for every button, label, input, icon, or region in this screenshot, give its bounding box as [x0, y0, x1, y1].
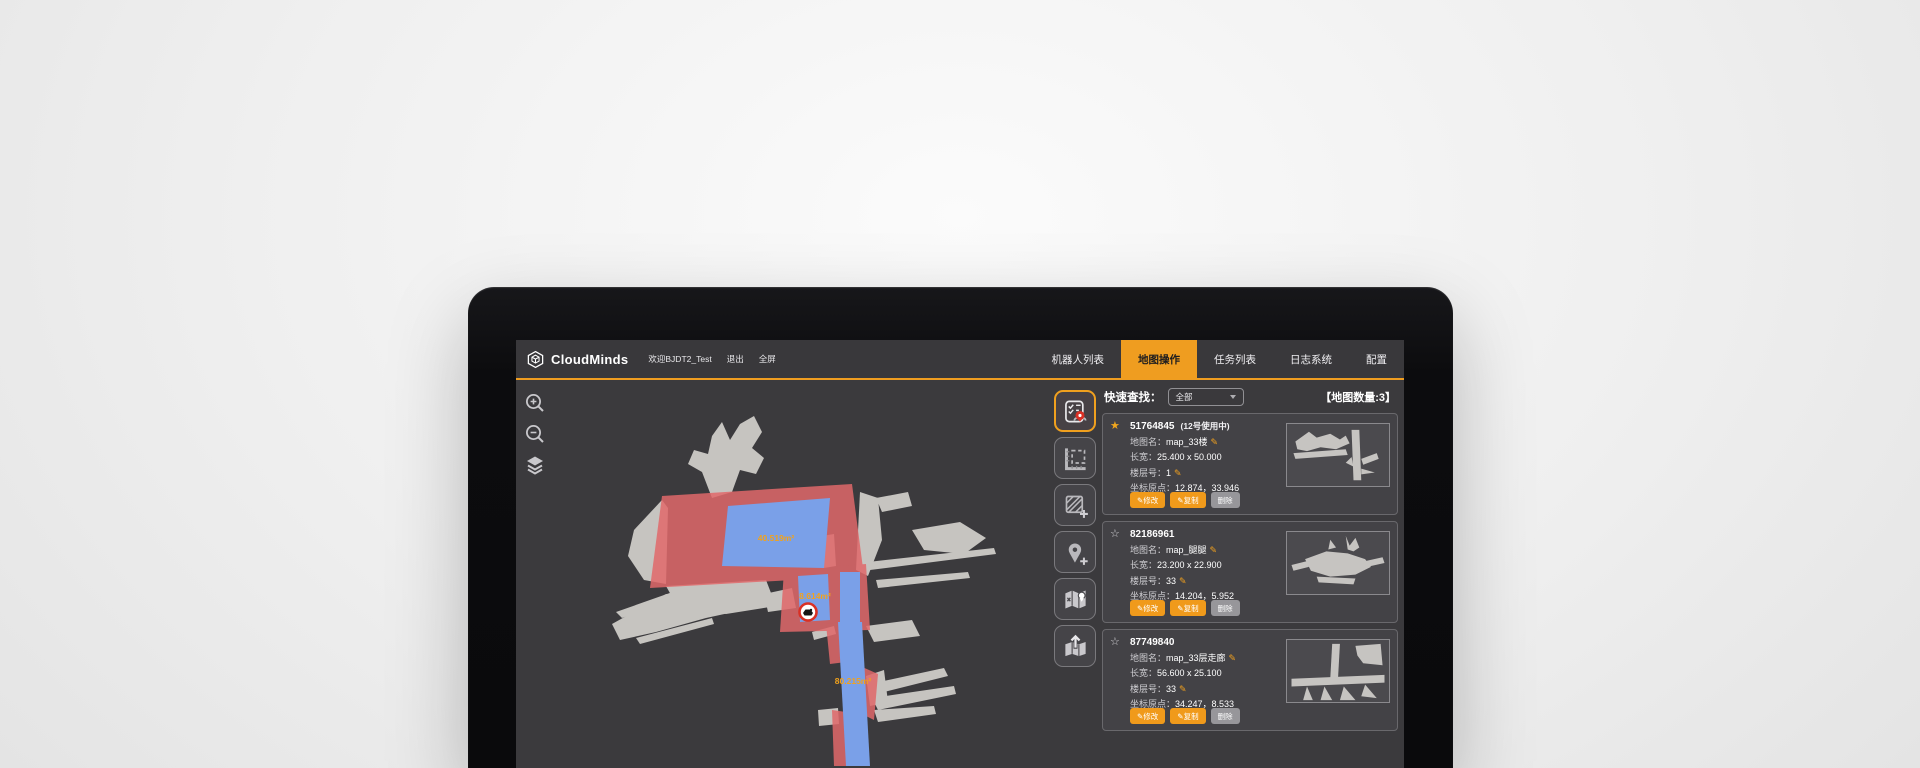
- add-region-tool-button[interactable]: [1054, 484, 1096, 526]
- welcome-text: 欢迎BJDT2_Test: [648, 353, 711, 365]
- top-navbar: CloudMinds 欢迎BJDT2_Test 退出 全屏 机器人列表 地图操作…: [516, 340, 1404, 380]
- map-size-value: 56.600 x 25.100: [1157, 668, 1222, 678]
- add-region-icon: [1062, 492, 1089, 519]
- map-floor-label: 楼层号：: [1130, 576, 1166, 586]
- logout-link[interactable]: 退出: [727, 353, 744, 365]
- map-floor-label: 楼层号：: [1130, 684, 1166, 694]
- copy-button[interactable]: ✎复制: [1170, 708, 1205, 724]
- map-size-value: 25.400 x 50.000: [1157, 452, 1222, 462]
- edit-floor-icon[interactable]: ✎: [1174, 468, 1182, 478]
- tab-config[interactable]: 配置: [1349, 340, 1404, 378]
- copy-button[interactable]: ✎复制: [1170, 600, 1205, 616]
- map-id: 87749840: [1130, 637, 1175, 648]
- map-thumbnail[interactable]: [1286, 639, 1390, 703]
- map-name-value: map_33层走廊: [1166, 653, 1226, 663]
- delete-button[interactable]: 删除: [1211, 708, 1240, 724]
- filter-value: 全部: [1176, 391, 1193, 403]
- add-point-tool-button[interactable]: [1054, 531, 1096, 573]
- modify-button[interactable]: ✎修改: [1130, 708, 1165, 724]
- map-size-label: 长宽：: [1130, 668, 1157, 678]
- area-label-2: 8.614m²: [799, 591, 831, 601]
- map-name-label: 地图名：: [1130, 545, 1166, 555]
- map-marker-tool-button[interactable]: [1054, 578, 1096, 620]
- map-upload-tool-button[interactable]: [1054, 625, 1096, 667]
- tab-log-system[interactable]: 日志系统: [1273, 340, 1349, 378]
- cloudminds-logo-icon: [526, 350, 545, 369]
- delete-button[interactable]: 删除: [1211, 492, 1240, 508]
- favorite-star-icon[interactable]: ★: [1110, 419, 1124, 432]
- modify-button[interactable]: ✎修改: [1130, 600, 1165, 616]
- map-name-value: map_33楼: [1166, 437, 1208, 447]
- nav-tabs: 机器人列表 地图操作 任务列表 日志系统 配置: [1035, 340, 1405, 378]
- add-point-icon: [1062, 539, 1089, 566]
- map-card-3: ☆ 87749840 地图名：map_33层走廊✎ 长宽：56.600 x 25…: [1102, 629, 1398, 731]
- favorite-star-icon[interactable]: ☆: [1110, 527, 1124, 540]
- layers-icon[interactable]: [524, 454, 546, 476]
- map-floor-value: 1: [1166, 468, 1171, 478]
- favorite-star-icon[interactable]: ☆: [1110, 635, 1124, 648]
- area-label-1: 40.519m²: [758, 533, 795, 543]
- map-controls: [524, 392, 546, 476]
- tab-robot-list[interactable]: 机器人列表: [1035, 340, 1122, 378]
- cloudminds-brand[interactable]: CloudMinds: [526, 340, 628, 378]
- map-filter-select[interactable]: 全部: [1168, 388, 1244, 406]
- tab-task-list[interactable]: 任务列表: [1197, 340, 1273, 378]
- laptop-mockup: CloudMinds 欢迎BJDT2_Test 退出 全屏 机器人列表 地图操作…: [468, 287, 1453, 768]
- map-name-label: 地图名：: [1130, 653, 1166, 663]
- map-id: 51764845: [1130, 421, 1175, 432]
- measure-select-tool-button[interactable]: [1054, 437, 1096, 479]
- edit-name-icon[interactable]: ✎: [1229, 653, 1237, 663]
- map-floor-value: 33: [1166, 576, 1176, 586]
- map-thumbnail[interactable]: [1286, 531, 1390, 595]
- app-screen: CloudMinds 欢迎BJDT2_Test 退出 全屏 机器人列表 地图操作…: [516, 340, 1404, 768]
- area-label-3: 80.215m²: [835, 676, 872, 686]
- record-route-tool-button[interactable]: [1054, 390, 1096, 432]
- map-card-1: ★ 51764845 (12号使用中) 地图名：map_33楼✎ 长宽：25.4…: [1102, 413, 1398, 515]
- brand-name: CloudMinds: [551, 352, 628, 367]
- map-floor-value: 33: [1166, 684, 1176, 694]
- zoom-in-icon[interactable]: [524, 392, 546, 414]
- copy-button[interactable]: ✎复制: [1170, 492, 1205, 508]
- map-size-value: 23.200 x 22.900: [1157, 560, 1222, 570]
- map-floor-label: 楼层号：: [1130, 468, 1166, 478]
- map-toolstrip: [1054, 390, 1100, 667]
- map-marker-icon: [1062, 586, 1089, 613]
- record-route-pin-icon: [1062, 398, 1089, 425]
- quick-find-label: 快速查找：: [1104, 389, 1162, 405]
- map-card-2: ☆ 82186961 地图名：map_腿腿✎ 长宽：23.200 x 22.90…: [1102, 521, 1398, 623]
- edit-name-icon[interactable]: ✎: [1211, 437, 1219, 447]
- map-canvas[interactable]: 40.519m² 8.614m² 80.215m²: [516, 380, 1053, 766]
- map-count-label: 【地图数量:3】: [1320, 389, 1396, 405]
- tab-map-operation[interactable]: 地图操作: [1121, 340, 1197, 378]
- edit-floor-icon[interactable]: ✎: [1179, 576, 1187, 586]
- delete-button[interactable]: 删除: [1211, 600, 1240, 616]
- map-name-value: map_腿腿: [1166, 545, 1207, 555]
- robot-position-marker[interactable]: [800, 604, 817, 621]
- edit-floor-icon[interactable]: ✎: [1179, 684, 1187, 694]
- map-upload-icon: [1062, 633, 1089, 660]
- zoom-out-icon[interactable]: [524, 423, 546, 445]
- measure-select-icon: [1062, 445, 1089, 472]
- map-id: 82186961: [1130, 529, 1175, 540]
- fullscreen-link[interactable]: 全屏: [759, 353, 776, 365]
- map-size-label: 长宽：: [1130, 452, 1157, 462]
- edit-name-icon[interactable]: ✎: [1210, 545, 1218, 555]
- modify-button[interactable]: ✎修改: [1130, 492, 1165, 508]
- map-list-panel: 快速查找： 全部 【地图数量:3】 ★ 51764845 (12号使用中): [1102, 386, 1398, 737]
- map-thumbnail[interactable]: [1286, 423, 1390, 487]
- map-size-label: 长宽：: [1130, 560, 1157, 570]
- map-name-label: 地图名：: [1130, 437, 1166, 447]
- map-inuse-badge: (12号使用中): [1181, 420, 1230, 432]
- chevron-down-icon: [1230, 395, 1236, 399]
